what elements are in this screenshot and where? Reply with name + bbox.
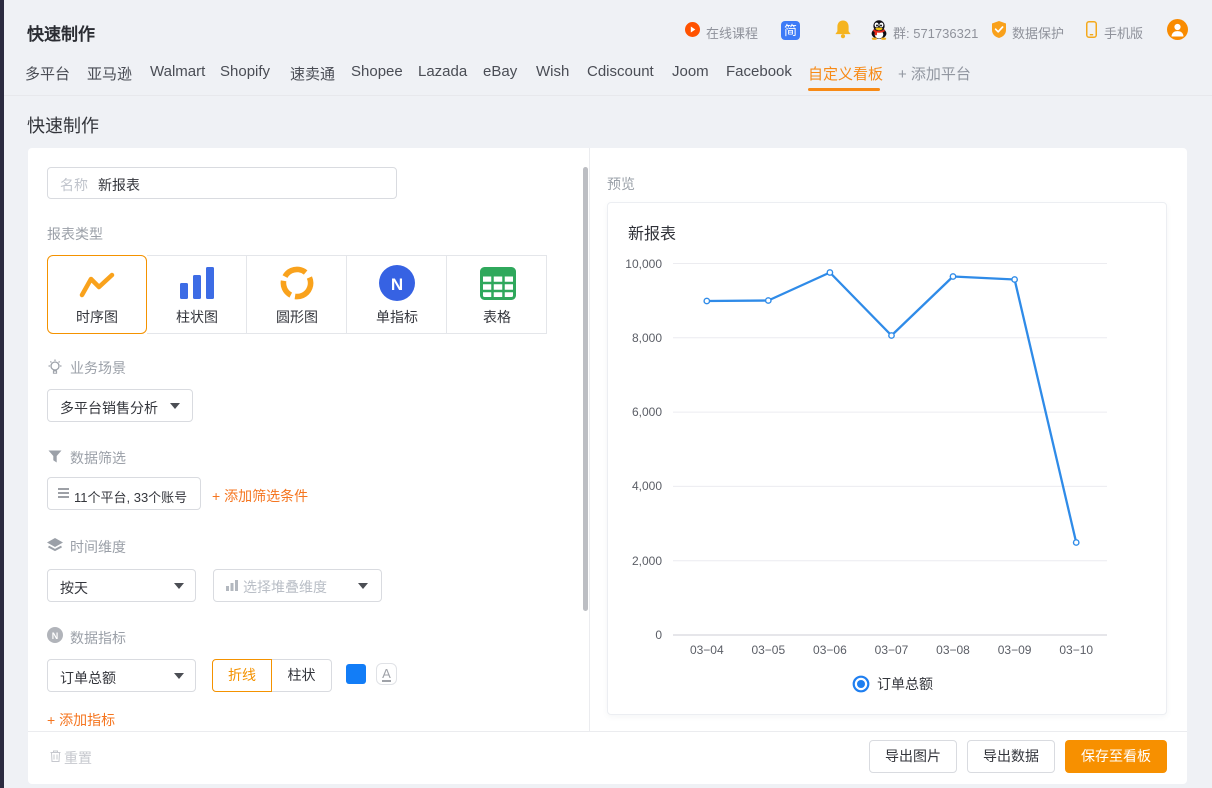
svg-text:10,000: 10,000 <box>625 257 662 271</box>
svg-text:2,000: 2,000 <box>632 554 662 568</box>
svg-text:03−05: 03−05 <box>751 643 785 657</box>
svg-text:03−04: 03−04 <box>690 643 724 657</box>
svg-text:8,000: 8,000 <box>632 331 662 345</box>
svg-text:0: 0 <box>655 628 662 642</box>
svg-text:N: N <box>52 631 59 641</box>
svg-text:03−08: 03−08 <box>936 643 970 657</box>
svg-text:N: N <box>391 275 403 294</box>
svg-text:03−10: 03−10 <box>1059 643 1093 657</box>
svg-text:03−09: 03−09 <box>998 643 1032 657</box>
svg-text:6,000: 6,000 <box>632 405 662 419</box>
svg-text:4,000: 4,000 <box>632 479 662 493</box>
svg-text:03−07: 03−07 <box>875 643 909 657</box>
svg-text:03−06: 03−06 <box>813 643 847 657</box>
svg-text:订单总额: 订单总额 <box>877 676 933 692</box>
